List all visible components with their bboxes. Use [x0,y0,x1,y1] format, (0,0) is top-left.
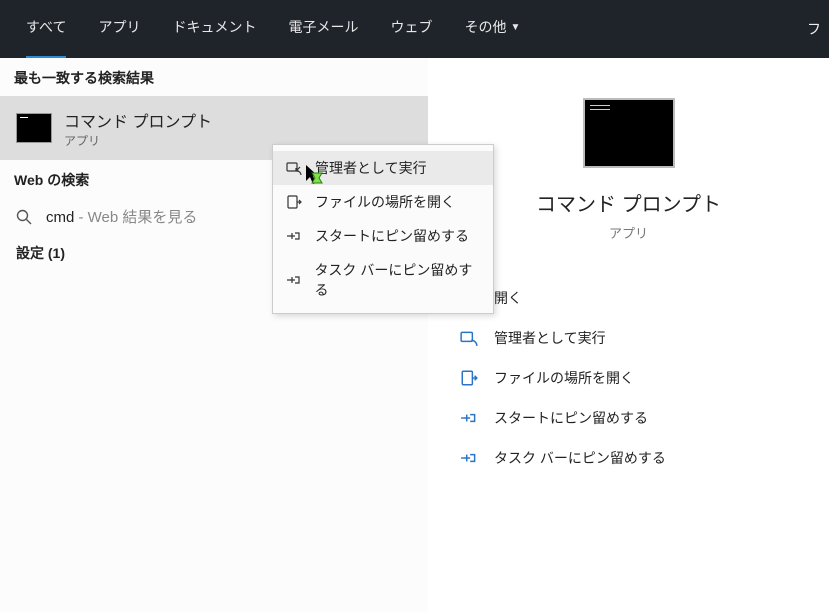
action-open[interactable]: 開く [448,278,809,318]
preview-sub: アプリ [609,223,648,242]
tab-other[interactable]: その他 ▼ [450,11,534,47]
tab-email[interactable]: 電子メール [274,11,372,47]
admin-run-icon [460,329,478,347]
pin-start-icon [460,409,478,427]
action-open-label: 開く [494,288,522,308]
web-search-suffix: - Web 結果を見る [74,209,197,226]
ctx-open-location-label: ファイルの場所を開く [315,192,455,212]
action-pin-start[interactable]: スタートにピン留めする [448,398,809,438]
open-location-icon [285,193,303,211]
preview-pane: コマンド プロンプト アプリ 開く 管理者として実行 [428,58,829,612]
ctx-pin-taskbar[interactable]: タスク バーにピン留めする [273,253,493,307]
pin-taskbar-icon [285,271,302,289]
tab-web[interactable]: ウェブ [376,11,446,47]
best-match-header: 最も一致する検索結果 [0,58,428,96]
web-search-text: cmd - Web 結果を見る [46,206,197,227]
ctx-pin-start[interactable]: スタートにピン留めする [273,219,493,253]
tab-other-label: その他 [464,17,506,37]
pin-start-icon [285,227,303,245]
search-header: すべて アプリ ドキュメント 電子メール ウェブ その他 ▼ フ [0,0,829,58]
web-search-query: cmd [46,209,74,226]
context-menu: 管理者として実行 ファイルの場所を開く スタートにピン留めする [272,144,494,314]
best-match-sub: アプリ [64,132,212,149]
tab-documents[interactable]: ドキュメント [158,11,270,47]
open-location-icon [460,369,478,387]
results-left-pane: 最も一致する検索結果 コマンド プロンプト アプリ Web の検索 cmd - … [0,58,428,612]
action-pin-taskbar[interactable]: タスク バーにピン留めする [448,438,809,478]
header-right-partial: フ [807,19,829,39]
best-match-title: コマンド プロンプト [64,108,212,132]
action-run-as-admin-label: 管理者として実行 [494,328,606,348]
tab-all[interactable]: すべて [12,11,80,47]
action-pin-taskbar-label: タスク バーにピン留めする [494,448,666,468]
admin-run-icon [285,159,303,177]
action-run-as-admin[interactable]: 管理者として実行 [448,318,809,358]
ctx-pin-start-label: スタートにピン留めする [315,226,469,246]
preview-thumb-icon [583,98,675,168]
tab-apps[interactable]: アプリ [84,11,154,47]
ctx-pin-taskbar-label: タスク バーにピン留めする [314,260,481,300]
cmd-thumb-icon [16,113,52,143]
search-icon [16,209,32,225]
action-open-location-label: ファイルの場所を開く [494,368,634,388]
ctx-run-as-admin-label: 管理者として実行 [315,158,427,178]
ctx-run-as-admin[interactable]: 管理者として実行 [273,151,493,185]
action-open-location[interactable]: ファイルの場所を開く [448,358,809,398]
chevron-down-icon: ▼ [510,22,520,33]
ctx-open-location[interactable]: ファイルの場所を開く [273,185,493,219]
action-pin-start-label: スタートにピン留めする [494,408,648,428]
pin-taskbar-icon [460,449,478,467]
preview-title: コマンド プロンプト [536,188,721,217]
